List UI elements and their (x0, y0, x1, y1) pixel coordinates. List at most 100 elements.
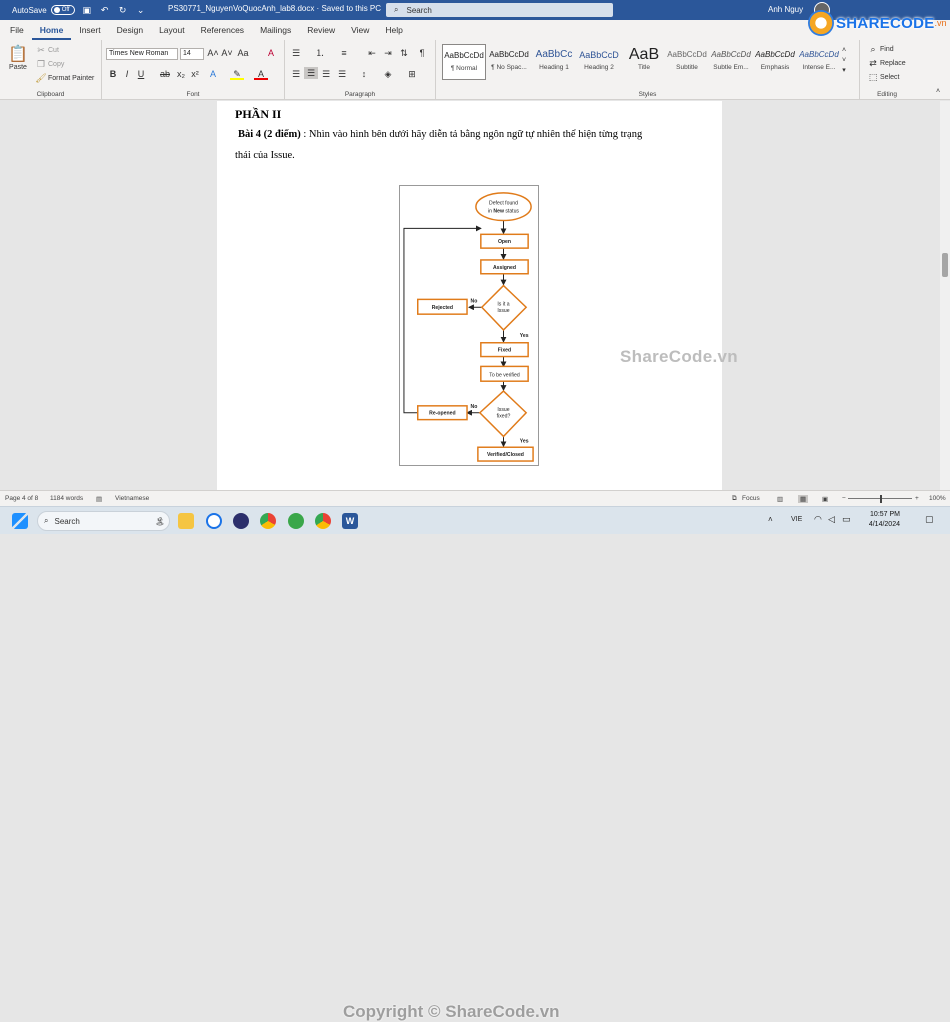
line-spacing-icon: ↕ (361, 69, 367, 79)
style-subtitle[interactable]: AaBbCcDd Subtitle (665, 44, 709, 80)
tab-references[interactable]: References (193, 20, 252, 40)
focus-label[interactable]: Focus (742, 495, 760, 502)
font-family-select[interactable]: Times New Roman (106, 48, 178, 60)
settings-icon[interactable] (288, 513, 304, 529)
borders-button[interactable]: ⊞ (405, 68, 419, 80)
style-emphasis[interactable]: AaBbCcDd Emphasis (753, 44, 797, 80)
tab-file[interactable]: File (2, 20, 32, 40)
subscript-icon: x₂ (177, 69, 185, 79)
tab-view[interactable]: View (343, 20, 377, 40)
text-effects-button[interactable]: A (206, 68, 220, 80)
page-indicator[interactable]: Page 4 of 8 (5, 495, 38, 502)
font-color-button[interactable]: A (254, 68, 268, 80)
wifi-icon[interactable]: ◠ (814, 514, 822, 525)
style-heading-1[interactable]: AaBbCc Heading 1 (532, 44, 576, 80)
read-mode-icon[interactable]: ▥ (777, 495, 783, 503)
scroll-thumb[interactable] (942, 253, 948, 277)
zalo-icon[interactable] (206, 513, 222, 529)
tab-home[interactable]: Home (31, 20, 72, 40)
chevron-up-icon: ˄ (842, 47, 847, 54)
proofing-icon[interactable]: ▤ (96, 495, 102, 503)
chrome-alt-icon[interactable] (315, 513, 331, 529)
tab-insert[interactable]: Insert (71, 20, 108, 40)
zoom-out-icon[interactable]: − (842, 495, 846, 502)
show-marks-button[interactable]: ¶ (415, 47, 429, 59)
zoom-thumb[interactable] (880, 495, 882, 503)
numbering-button[interactable]: ⒈ (313, 47, 327, 59)
customize-qat-icon[interactable]: ⌄ (135, 4, 147, 16)
collapse-ribbon-button[interactable]: ˄ (936, 88, 940, 95)
styles-scroll[interactable]: ˄ ˅ ▾ (842, 46, 846, 76)
subscript-button[interactable]: x₂ (174, 68, 188, 80)
justify-button[interactable]: ☰ (335, 68, 349, 80)
change-case-button[interactable]: Aa (236, 47, 250, 59)
document-title[interactable]: PS30771_NguyenVoQuocAnh_lab8.docx · Save… (168, 4, 381, 13)
replace-button[interactable]: ⇄ Replace (866, 57, 905, 69)
save-icon[interactable]: ▣ (81, 4, 93, 16)
redo-icon[interactable]: ↻ (117, 4, 129, 16)
zoom-in-icon[interactable]: + (915, 495, 919, 502)
clear-formatting-button[interactable]: A (264, 47, 278, 59)
increase-indent-button[interactable]: ⇥ (381, 47, 395, 59)
taskbar-search[interactable]: ⌕ Search 🏝 (37, 511, 170, 531)
word-icon[interactable]: W (342, 513, 358, 529)
tab-mailings[interactable]: Mailings (252, 20, 299, 40)
paste-button[interactable]: 📋 Paste (8, 44, 28, 71)
vertical-scrollbar[interactable] (940, 101, 950, 490)
print-layout-icon[interactable]: ▦ (798, 495, 809, 503)
align-right-button[interactable]: ☰ (319, 68, 333, 80)
underline-button[interactable]: U (134, 68, 148, 80)
chevron-up-icon[interactable]: ˄ (768, 515, 773, 524)
italic-button[interactable]: I (120, 68, 134, 80)
user-name[interactable]: Anh Nguy (768, 5, 803, 14)
start-icon[interactable] (12, 513, 28, 529)
bold-button[interactable]: B (106, 68, 120, 80)
copy-button[interactable]: ❐ Copy (34, 58, 64, 70)
font-size-select[interactable]: 14 (180, 48, 204, 60)
style-intense-emphasis[interactable]: AaBbCcDd Intense E... (797, 44, 841, 80)
decrease-indent-button[interactable]: ⇤ (365, 47, 379, 59)
focus-icon[interactable]: ⧉ (732, 495, 737, 503)
style-no-spacing[interactable]: AaBbCcDd ¶ No Spac... (487, 44, 531, 80)
notification-icon[interactable]: ▢ (925, 514, 934, 525)
shading-icon: ◈ (384, 69, 392, 79)
zoom-level[interactable]: 100% (929, 495, 946, 502)
input-language[interactable]: VIE (791, 516, 802, 523)
select-button[interactable]: ⬚ Select (866, 71, 900, 83)
shrink-font-button[interactable]: A˅ (220, 47, 234, 59)
strikethrough-button[interactable]: ab (158, 68, 172, 80)
tab-layout[interactable]: Layout (151, 20, 193, 40)
style-subtle-emphasis[interactable]: AaBbCcDd Subtle Em... (709, 44, 753, 80)
word-count[interactable]: 1184 words (50, 495, 83, 502)
undo-icon[interactable]: ↶ (99, 4, 111, 16)
align-center-button[interactable]: ☰ (304, 67, 318, 79)
volume-icon[interactable]: ◁ (828, 514, 835, 525)
sort-button[interactable]: ⇅ (397, 47, 411, 59)
tab-help[interactable]: Help (377, 20, 410, 40)
bullets-button[interactable]: ☰ (289, 47, 303, 59)
multilevel-list-button[interactable]: ≡ (337, 47, 351, 59)
battery-icon[interactable]: ▭ (842, 514, 851, 525)
app-icon[interactable] (233, 513, 249, 529)
clock[interactable]: 10:57 PM 4/14/2024 (858, 510, 900, 530)
file-explorer-icon[interactable] (178, 513, 194, 529)
line-spacing-button[interactable]: ↕ (357, 68, 371, 80)
align-left-button[interactable]: ☰ (289, 68, 303, 80)
style-normal[interactable]: AaBbCcDd ¶ Normal (442, 44, 486, 80)
search-box[interactable]: ⌕ Search (386, 3, 613, 17)
style-title[interactable]: AaB Title (622, 44, 666, 80)
tab-review[interactable]: Review (299, 20, 343, 40)
shading-button[interactable]: ◈ (381, 68, 395, 80)
highlight-button[interactable]: ✎ (230, 68, 244, 80)
chrome-icon[interactable] (260, 513, 276, 529)
grow-font-button[interactable]: A˄ (206, 47, 220, 59)
web-layout-icon[interactable]: ▣ (822, 495, 828, 503)
autosave-toggle[interactable]: Off (50, 5, 75, 15)
cut-button[interactable]: ✂ Cut (34, 44, 59, 56)
style-heading-2[interactable]: AaBbCcD Heading 2 (577, 44, 621, 80)
language-indicator[interactable]: Vietnamese (115, 495, 149, 502)
format-painter-button[interactable]: 🖌 Format Painter (34, 72, 94, 84)
superscript-button[interactable]: x² (188, 68, 202, 80)
find-button[interactable]: ⌕ Find (866, 43, 893, 55)
tab-design[interactable]: Design (109, 20, 151, 40)
